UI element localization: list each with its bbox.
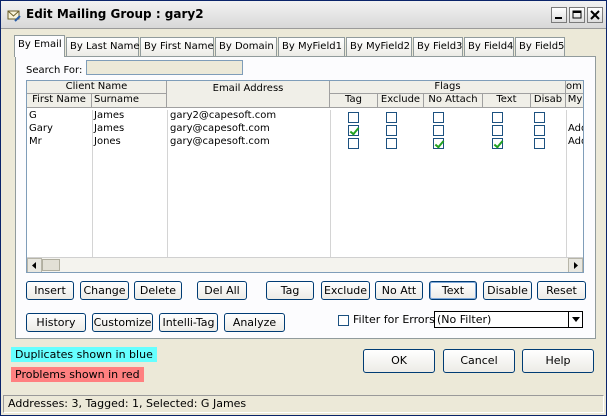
disable-button[interactable]: Disable	[483, 281, 532, 300]
row-3-email[interactable]: gary@capesoft.com	[170, 136, 270, 147]
maximize-button[interactable]	[569, 7, 585, 23]
header-tag[interactable]: Tag	[330, 94, 378, 108]
tab-by-domain[interactable]: By Domain	[215, 37, 277, 56]
scroll-left-icon	[32, 262, 36, 269]
problems-legend: Problems shown in red	[11, 367, 144, 382]
minimize-button[interactable]	[551, 7, 567, 23]
row-1-no-attach-checkbox[interactable]	[433, 112, 444, 123]
search-label: Search For:	[26, 65, 83, 76]
header-custom: om I	[566, 81, 583, 94]
maximize-icon	[572, 10, 582, 19]
filter-dropdown-button[interactable]	[568, 312, 582, 327]
row-1-first-name[interactable]: G	[29, 110, 37, 121]
row-2-tag-checkbox[interactable]	[348, 125, 359, 136]
tab-by-first-name[interactable]: By First Name	[140, 37, 214, 56]
row-2-text-checkbox[interactable]	[492, 125, 503, 136]
minimize-icon	[555, 17, 562, 19]
filter-select-value: (No Filter)	[437, 313, 492, 326]
filter-errors-checkbox[interactable]	[338, 315, 349, 326]
tab-by-myfield1[interactable]: By MyField1	[278, 37, 345, 56]
header-surname[interactable]: Surname	[92, 94, 167, 108]
del-all-button[interactable]: Del All	[197, 281, 247, 300]
row-2-email[interactable]: gary@capesoft.com	[170, 123, 270, 134]
column-divider	[167, 110, 168, 260]
tag-button[interactable]: Tag	[266, 281, 314, 300]
tab-by-field3[interactable]: By Field3	[413, 37, 463, 56]
analyze-button[interactable]: Analyze	[224, 313, 285, 332]
row-2-exclude-checkbox[interactable]	[386, 125, 397, 136]
scroll-left-button[interactable]	[27, 258, 42, 272]
header-disable[interactable]: Disab	[531, 94, 566, 108]
filter-select[interactable]: (No Filter)	[434, 311, 583, 328]
mail-edit-icon	[7, 10, 21, 22]
scroll-thumb[interactable]	[42, 259, 60, 271]
row-3-tag-checkbox[interactable]	[348, 138, 359, 149]
header-client-name: Client Name	[27, 81, 167, 94]
row-2-disable-checkbox[interactable]	[534, 125, 545, 136]
tab-by-field5[interactable]: By Field5	[515, 37, 565, 56]
status-bar: Addresses: 3, Tagged: 1, Selected: G Jam…	[3, 395, 604, 413]
close-button[interactable]	[587, 7, 603, 23]
scroll-right-button[interactable]	[568, 258, 583, 272]
cancel-button[interactable]: Cancel	[443, 349, 515, 373]
scroll-right-icon	[574, 262, 578, 269]
column-divider	[566, 110, 567, 260]
search-input[interactable]	[86, 60, 243, 75]
row-3-myfield[interactable]: Add	[568, 136, 583, 147]
tab-by-myfield2[interactable]: By MyField2	[346, 37, 412, 56]
reset-button[interactable]: Reset	[537, 281, 586, 300]
column-divider	[330, 110, 331, 260]
column-divider	[92, 110, 93, 260]
row-2-first-name[interactable]: Gary	[29, 123, 53, 134]
help-button[interactable]: Help	[522, 349, 594, 373]
row-3-text-checkbox[interactable]	[492, 138, 503, 149]
row-1-exclude-checkbox[interactable]	[386, 112, 397, 123]
row-3-exclude-checkbox[interactable]	[386, 138, 397, 149]
header-exclude[interactable]: Exclude	[378, 94, 424, 108]
exclude-button[interactable]: Exclude	[321, 281, 370, 300]
customize-button[interactable]: Customize	[92, 313, 153, 332]
row-1-surname[interactable]: James	[94, 110, 124, 121]
row-2-no-attach-checkbox[interactable]	[433, 125, 444, 136]
tab-panel: Search For: Client Name First Name Surna…	[15, 56, 596, 339]
header-no-attach[interactable]: No Attach	[424, 94, 483, 108]
history-button[interactable]: History	[26, 313, 86, 332]
header-first-name[interactable]: First Name	[27, 94, 92, 108]
tab-by-email[interactable]: By Email	[14, 35, 65, 57]
insert-button[interactable]: Insert	[26, 281, 74, 300]
row-1-email[interactable]: gary2@capesoft.com	[170, 110, 276, 121]
tab-by-last-name[interactable]: By Last Name	[66, 37, 139, 56]
delete-button[interactable]: Delete	[134, 281, 182, 300]
row-3-disable-checkbox[interactable]	[534, 138, 545, 149]
no-att-button[interactable]: No Att	[375, 281, 423, 300]
change-button[interactable]: Change	[80, 281, 129, 300]
window-title: Edit Mailing Group : gary2	[26, 7, 204, 21]
row-3-surname[interactable]: Jones	[94, 136, 121, 147]
header-text[interactable]: Text	[483, 94, 531, 108]
header-myfield[interactable]: My	[566, 94, 583, 108]
title-bar[interactable]: Edit Mailing Group : gary2	[1, 1, 606, 29]
filter-errors-label[interactable]: Filter for Errors	[353, 313, 435, 326]
row-1-text-checkbox[interactable]	[492, 112, 503, 123]
tab-by-field4[interactable]: By Field4	[464, 37, 514, 56]
horizontal-scrollbar[interactable]	[27, 257, 583, 272]
duplicates-legend: Duplicates shown in blue	[11, 347, 157, 362]
row-2-myfield[interactable]: Add	[568, 123, 583, 134]
chevron-down-icon	[571, 317, 580, 322]
intelli-tag-button[interactable]: Intelli-Tag	[159, 313, 218, 332]
header-email-address[interactable]: Email Address	[167, 81, 330, 108]
row-3-first-name[interactable]: Mr	[29, 136, 42, 147]
ok-button[interactable]: OK	[363, 349, 435, 373]
row-2-surname[interactable]: James	[94, 123, 124, 134]
row-1-tag-checkbox[interactable]	[348, 112, 359, 123]
header-flags: Flags	[330, 81, 566, 94]
text-button[interactable]: Text	[429, 281, 477, 300]
close-icon	[590, 10, 600, 20]
edit-mailing-group-window: Edit Mailing Group : gary2 By Email By L…	[0, 0, 607, 416]
address-list[interactable]: Client Name First Name Surname Email Add…	[26, 80, 584, 273]
row-1-disable-checkbox[interactable]	[534, 112, 545, 123]
row-3-no-attach-checkbox[interactable]	[433, 138, 444, 149]
